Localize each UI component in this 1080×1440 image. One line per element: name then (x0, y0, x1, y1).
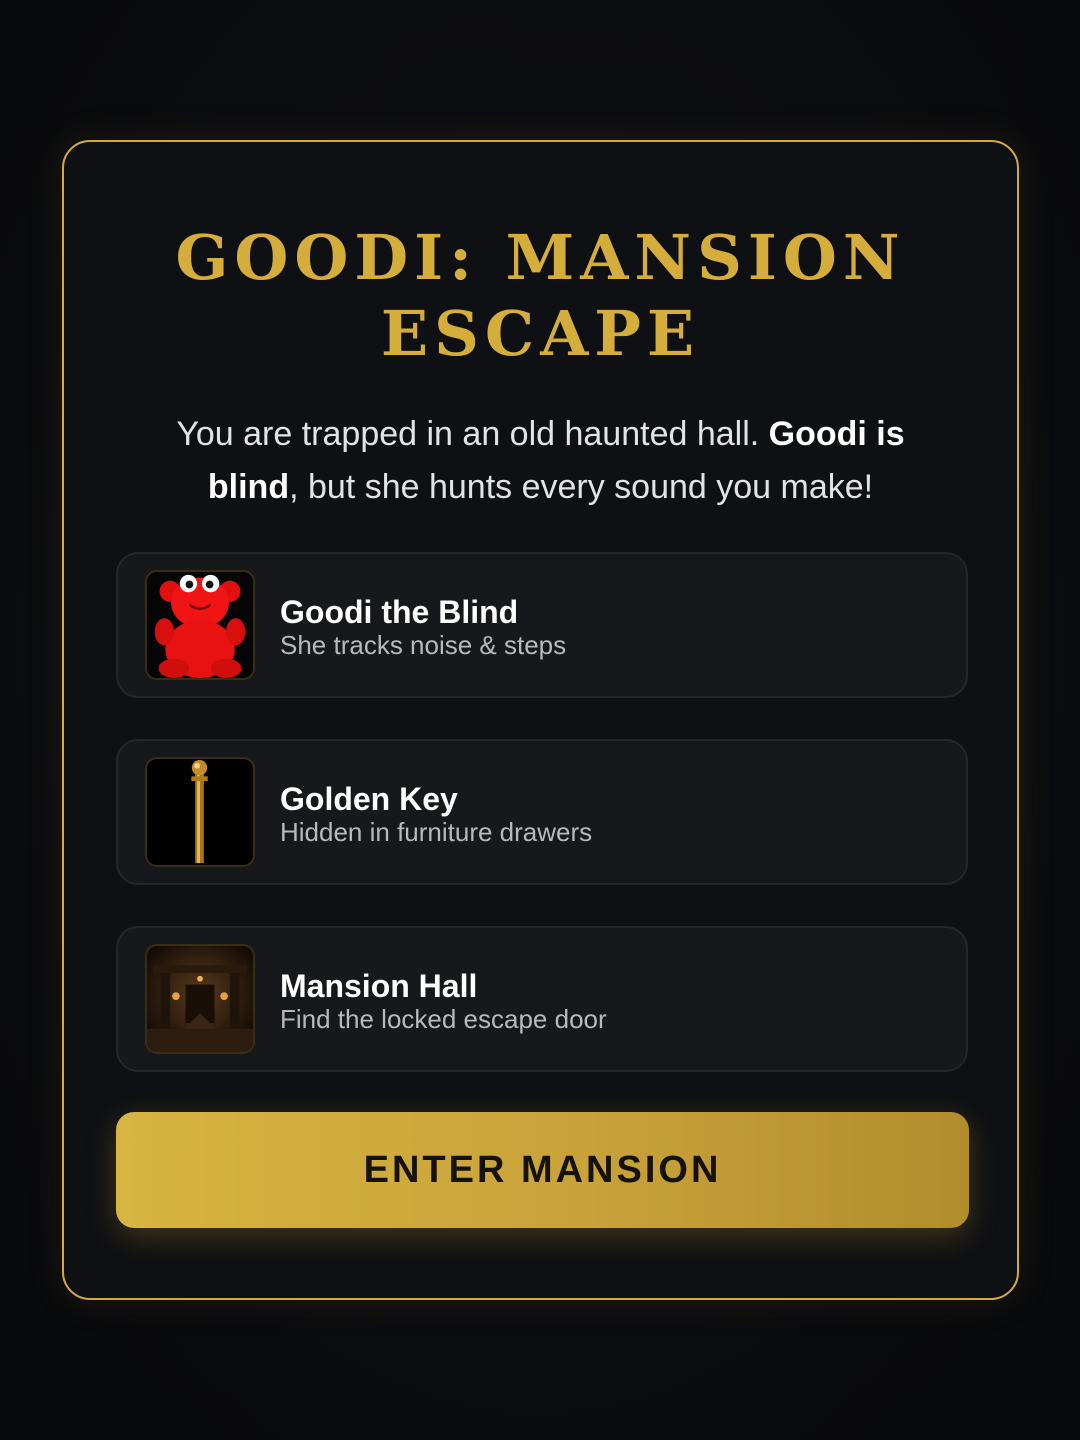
intro-part-2: , but she hunts every sound you make! (289, 468, 874, 506)
start-card: GOODI: MANSION ESCAPE You are trapped in… (62, 140, 1019, 1300)
item-title: Mansion Hall (280, 968, 478, 1004)
item-mansion-hall: Mansion Hall Find the locked escape door (116, 926, 968, 1072)
item-subtitle: Find the locked escape door (280, 1004, 607, 1034)
item-subtitle: She tracks noise & steps (280, 630, 567, 660)
item-title: Goodi the Blind (280, 594, 519, 630)
intro-part-1: You are trapped in an old haunted hall. (176, 415, 769, 453)
item-title: Golden Key (280, 781, 458, 817)
golden-key-icon (145, 757, 255, 867)
item-subtitle: Hidden in furniture drawers (280, 817, 593, 847)
intro-text: You are trapped in an old haunted hall. … (144, 408, 937, 514)
mansion-hall-icon (145, 944, 255, 1054)
item-goodi: Goodi the Blind She tracks noise & steps (116, 552, 968, 698)
item-golden-key: Golden Key Hidden in furniture drawers (116, 739, 968, 885)
enter-mansion-button[interactable]: ENTER MANSION (116, 1112, 969, 1228)
game-title: GOODI: MANSION ESCAPE (175, 221, 906, 370)
red-gummy-bear-icon (145, 570, 255, 680)
